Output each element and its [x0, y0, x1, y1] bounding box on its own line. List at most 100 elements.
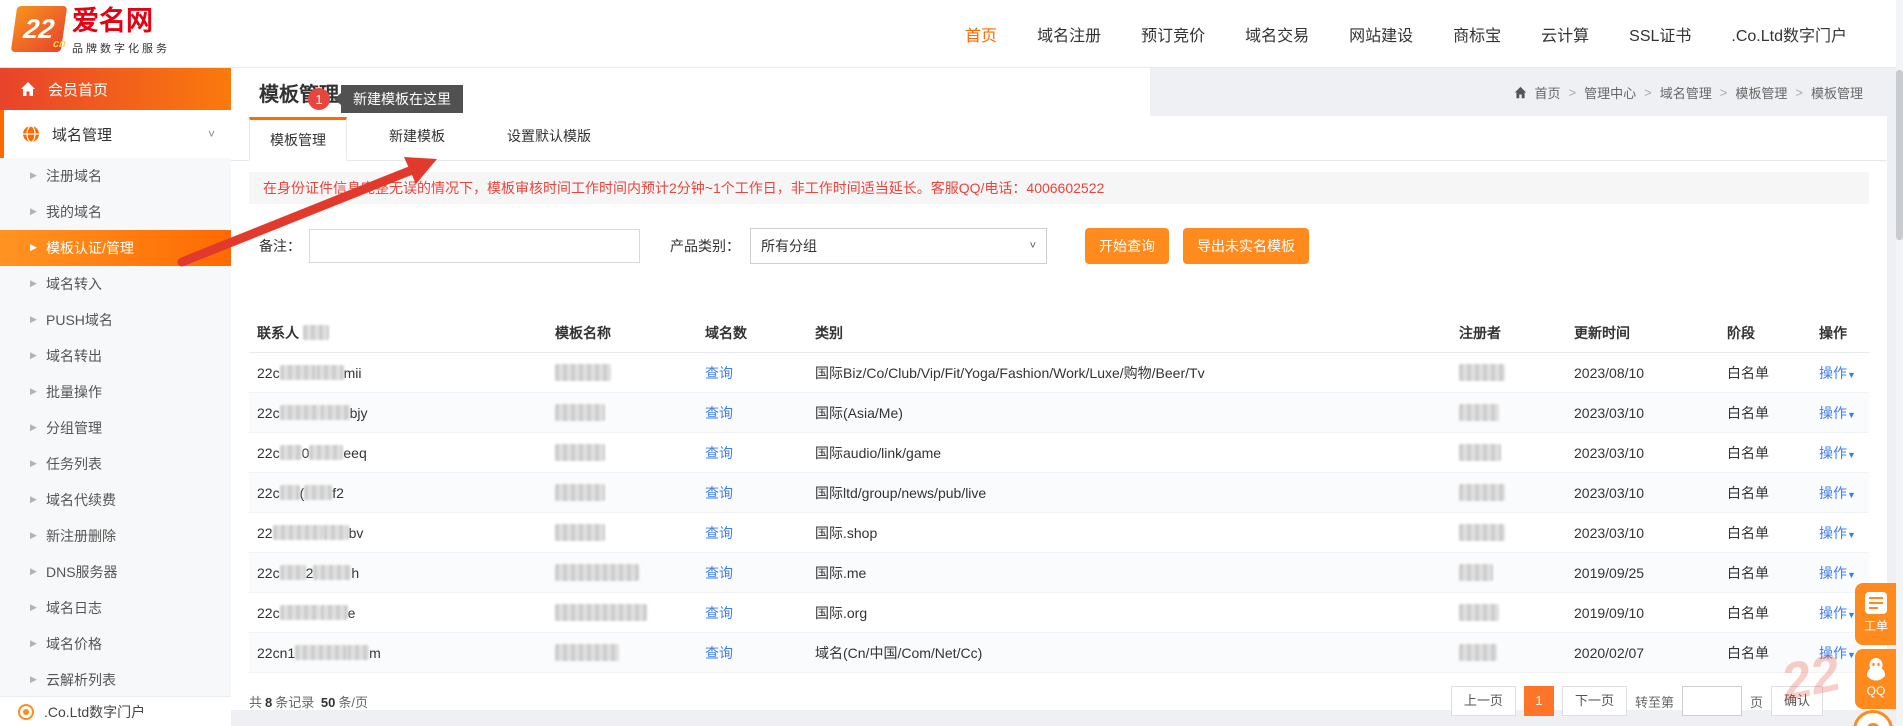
row-actions-dropdown[interactable]: 操作▼	[1819, 525, 1856, 541]
nav-item-coltd[interactable]: .Co.Ltd数字门户	[1731, 22, 1847, 46]
query-link[interactable]: 查询	[705, 645, 733, 661]
row-actions-dropdown[interactable]: 操作▼	[1819, 485, 1856, 501]
sidebar-item-domain-transfer-out[interactable]: ▶域名转出	[0, 338, 231, 374]
sidebar-item-label: 域名转入	[46, 274, 102, 294]
template-name-cell	[547, 633, 697, 673]
contact-cell: 22cbjy	[249, 393, 547, 433]
breadcrumb-item-management-center[interactable]: 管理中心	[1584, 83, 1636, 102]
next-page-button[interactable]: 下一页	[1562, 686, 1627, 716]
caret-right-icon: ▶	[30, 530, 37, 541]
sidebar-item-my-domains[interactable]: ▶我的域名	[0, 194, 231, 230]
redacted-text	[555, 564, 639, 581]
nav-item-domain-trade[interactable]: 域名交易	[1245, 22, 1309, 46]
query-link[interactable]: 查询	[705, 605, 733, 621]
sidebar-item-label: 任务列表	[46, 454, 102, 474]
breadcrumb-item-template-management[interactable]: 模板管理	[1735, 83, 1787, 102]
row-actions-dropdown[interactable]: 操作▼	[1819, 605, 1856, 621]
tab-bar: 模板管理 新建模板 设置默认模版	[231, 116, 1887, 161]
sidebar-item-dns-server[interactable]: ▶DNS服务器	[0, 554, 231, 590]
tab-template-management[interactable]: 模板管理	[249, 117, 347, 161]
col-update-time: 更新时间	[1566, 314, 1719, 353]
page-scrollbar[interactable]	[1896, 0, 1903, 726]
prev-page-button[interactable]: 上一页	[1451, 686, 1516, 716]
nav-item-ssl[interactable]: SSL证书	[1629, 22, 1691, 46]
note-input[interactable]	[309, 229, 640, 263]
registrant-cell	[1451, 473, 1566, 513]
sidebar-item-register-domain[interactable]: ▶注册域名	[0, 158, 231, 194]
query-link[interactable]: 查询	[705, 365, 733, 381]
sidebar-item-domain-transfer-in[interactable]: ▶ 域名转入	[0, 266, 231, 302]
sidebar-item-label: 我的域名	[46, 202, 102, 222]
breadcrumb-separator: >	[1795, 85, 1803, 100]
current-page-button[interactable]: 1	[1524, 686, 1554, 716]
goto-page-input[interactable]	[1682, 686, 1742, 716]
goto-confirm-button[interactable]: 确认	[1771, 686, 1823, 716]
qq-contact-widget[interactable]: QQ	[1855, 649, 1897, 709]
sidebar-item-cloud-dns-list[interactable]: ▶云解析列表	[0, 662, 231, 698]
sidebar-item-renewal[interactable]: ▶域名代续费	[0, 482, 231, 518]
sidebar-item-label: 域名转出	[46, 346, 102, 366]
logo-cn-text: cn	[52, 38, 67, 50]
caret-right-icon: ▶	[30, 278, 37, 289]
sidebar-item-label: 批量操作	[46, 382, 102, 402]
row-actions-dropdown[interactable]: 操作▼	[1819, 565, 1856, 581]
nav-item-domain-register[interactable]: 域名注册	[1037, 22, 1101, 46]
redacted-text	[555, 444, 605, 461]
sidebar-item-group-management[interactable]: ▶分组管理	[0, 410, 231, 446]
sidebar-item-coltd-portal[interactable]: .Co.Ltd数字门户	[0, 696, 231, 726]
row-actions-dropdown[interactable]: 操作▼	[1819, 445, 1856, 461]
query-link[interactable]: 查询	[705, 445, 733, 461]
query-link[interactable]: 查询	[705, 485, 733, 501]
registrant-cell	[1451, 433, 1566, 473]
breadcrumb-separator: >	[1644, 85, 1652, 100]
sidebar-item-new-reg-delete[interactable]: ▶ 新注册删除	[0, 518, 231, 554]
tab-new-template[interactable]: 新建模板	[369, 116, 465, 160]
goto-page-label: 转至第	[1635, 692, 1674, 711]
brand-name: 爱名网	[72, 6, 170, 36]
annotation-tooltip: 新建模板在这里	[341, 85, 463, 113]
work-order-widget[interactable]: 工单	[1855, 583, 1897, 645]
sidebar-item-label: 域名日志	[46, 598, 102, 618]
query-link[interactable]: 查询	[705, 565, 733, 581]
sidebar-item-push-domain[interactable]: ▶PUSH域名	[0, 302, 231, 338]
sidebar-item-batch-operations[interactable]: ▶ 批量操作	[0, 374, 231, 410]
caret-right-icon: ▶	[30, 386, 37, 397]
nav-item-home[interactable]: 首页	[965, 22, 997, 46]
search-button[interactable]: 开始查询	[1085, 228, 1169, 264]
row-actions-dropdown[interactable]: 操作▼	[1819, 365, 1856, 381]
breadcrumb-item-home[interactable]: 首页	[1535, 83, 1561, 102]
nav-item-preorder-bid[interactable]: 预订竞价	[1141, 22, 1205, 46]
category-select-value: 所有分组	[761, 236, 817, 256]
contact-cell: 22c2h	[249, 553, 547, 593]
sidebar-item-domain-log[interactable]: ▶域名日志	[0, 590, 231, 626]
sidebar-group-domain-management[interactable]: 域名管理 ˅	[0, 110, 231, 158]
category-cell: 国际.shop	[807, 513, 1451, 553]
table-row: 22cn1m 查询 域名(Cn/中国/Com/Net/Cc) 2020/02/0…	[249, 633, 1869, 673]
sidebar-item-task-list[interactable]: ▶任务列表	[0, 446, 231, 482]
category-select[interactable]: 所有分组 ˅	[750, 228, 1047, 264]
breadcrumb: 首页 > 管理中心 > 域名管理 > 模板管理 > 模板管理	[1150, 68, 1903, 116]
redacted-text	[303, 325, 329, 340]
row-actions-dropdown[interactable]: 操作▼	[1819, 405, 1856, 421]
breadcrumb-item-domain-management[interactable]: 域名管理	[1660, 83, 1712, 102]
scrollbar-thumb[interactable]	[1896, 70, 1903, 240]
nav-item-website-build[interactable]: 网站建设	[1349, 22, 1413, 46]
content-card: 在身份证件信息完整无误的情况下，模板审核时间工作时间内预计2分钟~1个工作日，非…	[231, 161, 1887, 710]
query-link[interactable]: 查询	[705, 525, 733, 541]
stage-badge: 白名单	[1719, 513, 1811, 553]
table-row: 22cmii 查询 国际Biz/Co/Club/Vip/Fit/Yoga/Fas…	[249, 353, 1869, 393]
sidebar-item-domain-price[interactable]: ▶域名价格	[0, 626, 231, 662]
nav-item-cloud[interactable]: 云计算	[1541, 22, 1589, 46]
tab-set-default-template[interactable]: 设置默认模版	[487, 116, 611, 160]
export-unverified-button[interactable]: 导出未实名模板	[1183, 228, 1309, 264]
row-actions-dropdown[interactable]: 操作▼	[1819, 645, 1856, 661]
table-row: 22bv 查询 国际.shop 2023/03/10 白名单 操作▼	[249, 513, 1869, 553]
contact-cell: 22c(f2	[249, 473, 547, 513]
nav-item-trademark[interactable]: 商标宝	[1453, 22, 1501, 46]
brand-logo[interactable]: 22 cn 爱名网 品牌数字化服务	[14, 6, 170, 56]
sidebar-item-member-home[interactable]: 会员首页	[0, 68, 231, 110]
sidebar-item-template-management[interactable]: ▶模板认证/管理	[0, 230, 231, 266]
query-link[interactable]: 查询	[705, 405, 733, 421]
contact-cell: 22cn1m	[249, 633, 547, 673]
sidebar-item-label: 新注册删除	[46, 526, 116, 546]
